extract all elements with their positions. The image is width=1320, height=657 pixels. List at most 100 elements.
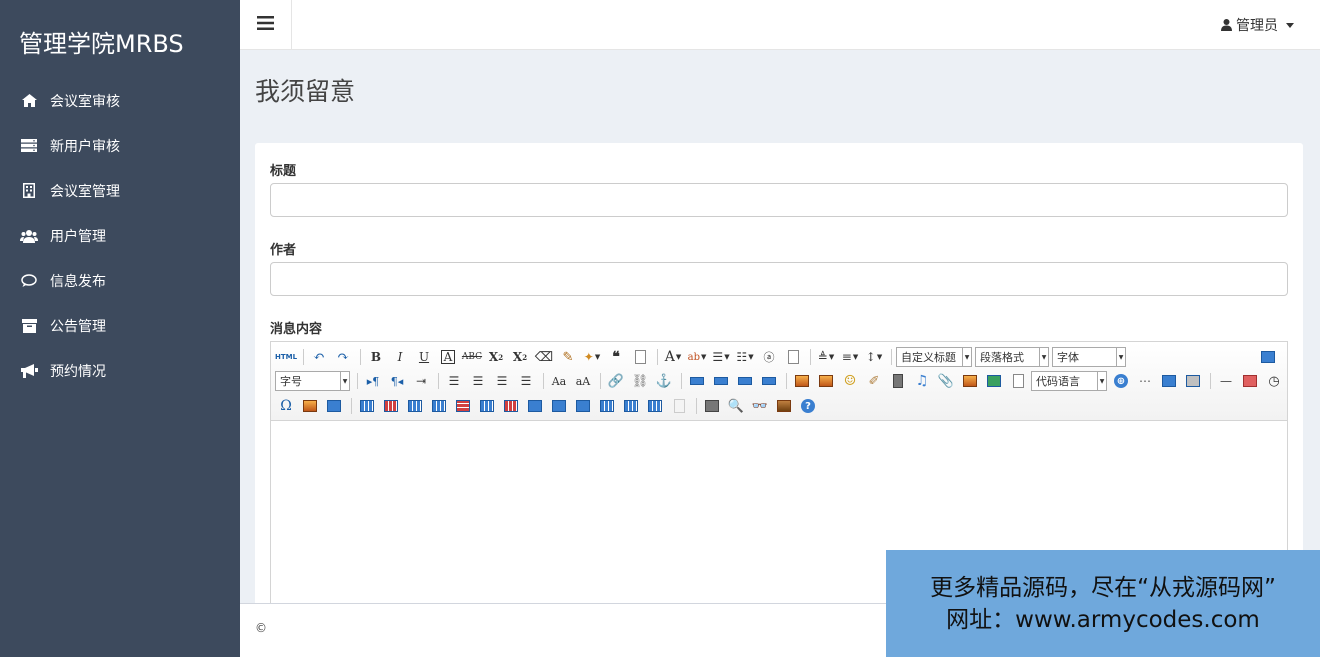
time-icon[interactable]: ◷: [1263, 371, 1285, 391]
sidebar-item-booking-status[interactable]: 预约情况: [0, 348, 240, 393]
superscript-icon[interactable]: X2: [485, 347, 507, 367]
wordimage-icon[interactable]: [299, 396, 321, 416]
attachment-icon[interactable]: 📎: [935, 371, 957, 391]
fullscreen-icon[interactable]: [1257, 347, 1279, 367]
align-justify-icon[interactable]: ☰: [515, 371, 537, 391]
align-center-icon[interactable]: ☰: [467, 371, 489, 391]
italic-icon[interactable]: I: [389, 347, 411, 367]
date-icon[interactable]: [1239, 371, 1261, 391]
row-spacing-bottom-icon[interactable]: ≡ ▼: [839, 347, 861, 367]
brand-logo[interactable]: 管理学院MRBS: [0, 0, 240, 78]
emotion-icon[interactable]: ☺: [839, 371, 861, 391]
redo-icon[interactable]: ↷: [332, 347, 354, 367]
delete-col-icon[interactable]: [500, 396, 522, 416]
html-source-button[interactable]: HTML: [275, 347, 297, 367]
merge-down-icon[interactable]: [572, 396, 594, 416]
format-brush-icon[interactable]: ✎: [557, 347, 579, 367]
simple-upload-icon[interactable]: [791, 371, 813, 391]
highlight-color-icon[interactable]: ab ▼: [686, 347, 708, 367]
blockquote-icon[interactable]: ❝: [605, 347, 627, 367]
sidebar-item-user-manage[interactable]: 用户管理: [0, 213, 240, 258]
map-icon[interactable]: [983, 371, 1005, 391]
font-color-icon[interactable]: A ▼: [662, 347, 684, 367]
user-menu-dropdown[interactable]: 管理员: [1221, 0, 1294, 50]
insert-image-icon[interactable]: [815, 371, 837, 391]
image-manager-icon[interactable]: [959, 371, 981, 391]
music-icon[interactable]: ♫: [911, 371, 933, 391]
merge-right-icon[interactable]: [548, 396, 570, 416]
paste-plain-icon[interactable]: [629, 347, 651, 367]
anchor-icon[interactable]: ⚓: [653, 371, 675, 391]
image-left-icon[interactable]: [710, 371, 732, 391]
clear-doc-icon[interactable]: [782, 347, 804, 367]
lowercase-icon[interactable]: aA: [572, 371, 594, 391]
image-center-icon[interactable]: [758, 371, 780, 391]
paste-word-icon[interactable]: [323, 396, 345, 416]
preview-icon[interactable]: 🔍: [725, 396, 747, 416]
strikethrough-icon[interactable]: ABC: [461, 347, 483, 367]
title-input[interactable]: [270, 183, 1288, 217]
align-right-icon[interactable]: ☰: [491, 371, 513, 391]
uppercase-icon[interactable]: Aa: [548, 371, 570, 391]
image-right-icon[interactable]: [734, 371, 756, 391]
link-icon[interactable]: 🔗: [605, 371, 627, 391]
web-app-icon[interactable]: ⊕: [1110, 371, 1132, 391]
rtl-direction-icon[interactable]: ¶◂: [386, 371, 408, 391]
indent-icon[interactable]: ⇥: [410, 371, 432, 391]
insert-video-icon[interactable]: [887, 371, 909, 391]
sidebar-item-meeting-review[interactable]: 会议室审核: [0, 78, 240, 123]
split-cells-icon[interactable]: [596, 396, 618, 416]
split-cols-icon[interactable]: [644, 396, 666, 416]
search-replace-icon[interactable]: 👓: [749, 396, 771, 416]
delete-table-icon[interactable]: [380, 396, 402, 416]
bold-icon[interactable]: B: [365, 347, 387, 367]
sidebar-item-label: 会议室审核: [50, 93, 120, 110]
custom-title-select[interactable]: 自定义标题 ▼: [896, 347, 972, 367]
font-family-select[interactable]: 字体 ▼: [1052, 347, 1126, 367]
print-icon[interactable]: [701, 396, 723, 416]
merge-cells-icon[interactable]: [524, 396, 546, 416]
scrawl-icon[interactable]: ✐: [863, 371, 885, 391]
code-language-select[interactable]: 代码语言 ▼: [1031, 371, 1107, 391]
insert-col-icon[interactable]: [476, 396, 498, 416]
sidebar-toggle-button[interactable]: [240, 0, 292, 50]
unlink-icon[interactable]: ⛓: [629, 371, 651, 391]
paragraph-format-select[interactable]: 段落格式 ▼: [975, 347, 1049, 367]
row-spacing-top-icon[interactable]: ≜ ▼: [815, 347, 837, 367]
sidebar-item-new-user-review[interactable]: 新用户审核: [0, 123, 240, 168]
drafts-icon[interactable]: [773, 396, 795, 416]
template-icon[interactable]: [1158, 371, 1180, 391]
align-left-icon[interactable]: ☰: [443, 371, 465, 391]
sidebar-item-meeting-room-manage[interactable]: 会议室管理: [0, 168, 240, 213]
charts-icon[interactable]: [668, 396, 690, 416]
subscript-icon[interactable]: X2: [509, 347, 531, 367]
delete-row-icon[interactable]: [452, 396, 474, 416]
image-none-icon[interactable]: [686, 371, 708, 391]
select-all-icon[interactable]: ⓐ: [758, 347, 780, 367]
page-break-icon[interactable]: ⋯: [1134, 371, 1156, 391]
sidebar-item-notice-manage[interactable]: 公告管理: [0, 303, 240, 348]
special-chars-icon[interactable]: Ω: [275, 396, 297, 416]
eraser-icon[interactable]: ⌫: [533, 347, 555, 367]
underline-icon[interactable]: U: [413, 347, 435, 367]
insert-paragraph-before-table-icon[interactable]: [404, 396, 426, 416]
author-input[interactable]: [270, 262, 1288, 296]
insert-row-icon[interactable]: [428, 396, 450, 416]
split-rows-icon[interactable]: [620, 396, 642, 416]
insert-frame-icon[interactable]: [1007, 371, 1029, 391]
horizontal-rule-icon[interactable]: —: [1215, 371, 1237, 391]
unordered-list-icon[interactable]: ☷ ▼: [734, 347, 756, 367]
ltr-direction-icon[interactable]: ▸¶: [362, 371, 384, 391]
background-icon[interactable]: [1182, 371, 1204, 391]
line-height-icon[interactable]: ↕ ▼: [863, 347, 885, 367]
font-border-icon[interactable]: A: [437, 347, 459, 367]
font-size-select[interactable]: 字号 ▼: [275, 371, 350, 391]
undo-icon[interactable]: ↶: [308, 347, 330, 367]
author-label: 作者: [270, 243, 297, 258]
insert-table-icon[interactable]: [356, 396, 378, 416]
auto-format-icon[interactable]: ✦ ▼: [581, 347, 603, 367]
page-title: 我须留意: [255, 77, 356, 106]
sidebar-item-info-publish[interactable]: 信息发布: [0, 258, 240, 303]
ordered-list-icon[interactable]: ☰ ▼: [710, 347, 732, 367]
help-icon[interactable]: ?: [797, 396, 819, 416]
